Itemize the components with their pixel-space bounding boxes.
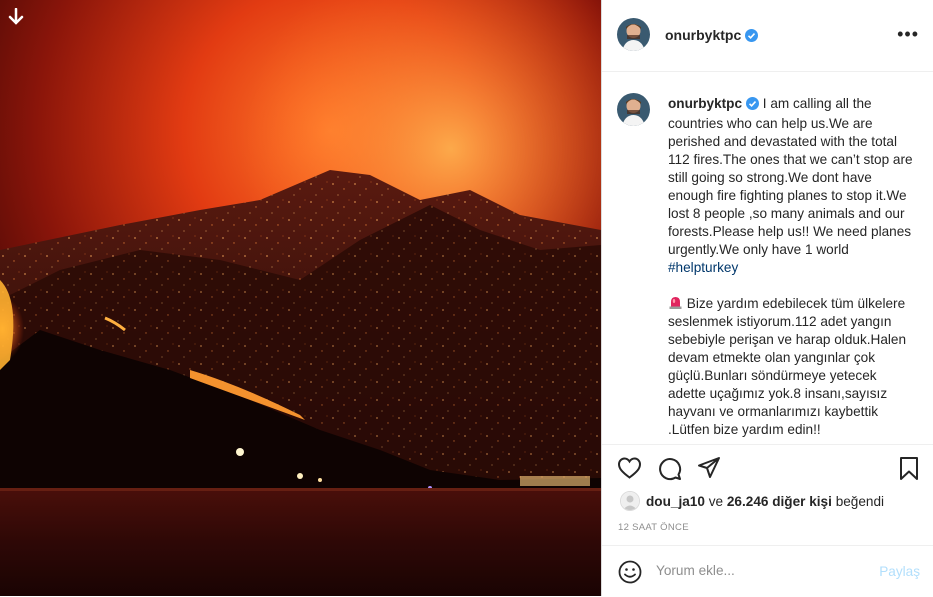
liker-username[interactable]: dou_ja10 [646,494,705,509]
caption-area: onurbyktpc I am calling all the countrie… [602,88,933,442]
caption-text: onurbyktpc I am calling all the countrie… [668,95,914,439]
wildfire-image [0,0,601,596]
bookmark-icon[interactable] [899,456,919,486]
header-username[interactable]: onurbyktpc [665,27,741,43]
heart-icon[interactable] [617,456,642,485]
more-options-icon[interactable]: ••• [897,24,919,45]
verified-badge-icon [746,97,760,115]
avatar[interactable] [617,18,650,51]
smiley-icon[interactable] [618,560,642,589]
caption-avatar[interactable] [617,93,650,126]
paper-plane-icon[interactable] [697,456,721,485]
caption-turkish-block: Bize yardım edebilecek tüm ülkelere sesl… [668,295,914,439]
likes-connector: ve [708,493,724,509]
caption-english: I am calling all the countries who can h… [668,96,913,257]
caption-username[interactable]: onurbyktpc [668,96,742,111]
post-comment-button[interactable]: Paylaş [879,564,920,579]
caption-turkish: Bize yardım edebilecek tüm ülkelere sesl… [668,296,907,437]
post-photo[interactable] [0,0,601,596]
post-timestamp[interactable]: 12 SAAT ÖNCE [618,522,689,533]
likes-count[interactable]: 26.246 diğer kişi [727,494,832,509]
liker-avatar[interactable] [620,491,640,511]
comment-bubble-icon[interactable] [657,456,682,486]
post-details-panel: onurbyktpc ••• onurbyktpc I am calling a… [602,0,933,596]
comment-box: Paylaş [602,545,933,597]
likes-suffix: beğendi [835,493,885,509]
verified-badge-icon [745,29,759,47]
download-arrow-icon[interactable] [8,8,24,26]
siren-icon [668,296,683,311]
comment-input[interactable] [656,563,856,578]
hashtag-link[interactable]: #helpturkey [668,260,738,275]
post-header: onurbyktpc ••• [602,0,933,72]
actions-divider [602,444,933,445]
likes-summary: dou_ja10 ve 26.246 diğer kişi beğendi [620,491,884,511]
